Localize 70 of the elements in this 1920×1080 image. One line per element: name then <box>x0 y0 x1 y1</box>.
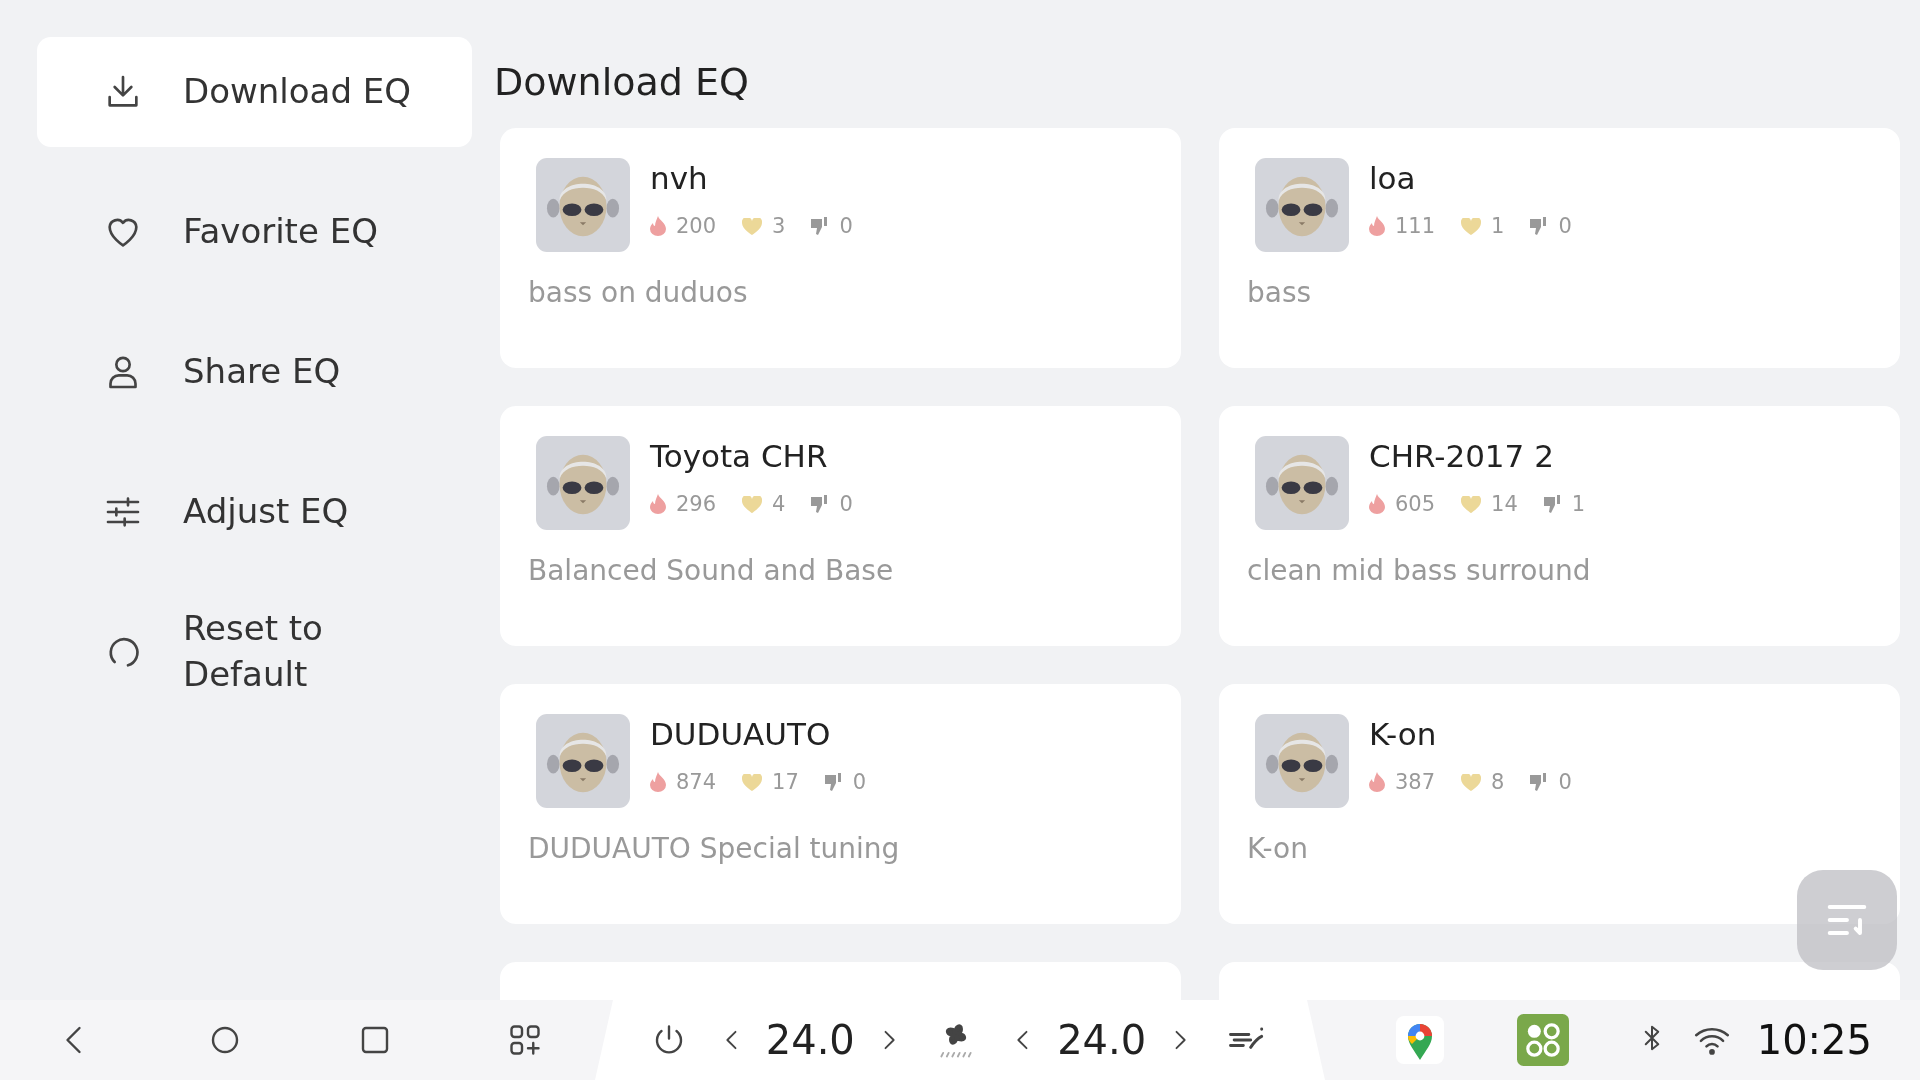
sidebar-item[interactable]: Favorite EQ <box>37 177 472 287</box>
eq-card[interactable]: K-on 387 8 0 K-on <box>1219 684 1900 924</box>
dislike-count: 0 <box>1558 214 1572 238</box>
sidebar-item[interactable]: Download EQ <box>37 37 472 147</box>
avatar-icon <box>536 714 630 808</box>
dislike-count: 0 <box>839 214 853 238</box>
flame-icon <box>650 216 666 236</box>
like-count: 8 <box>1491 770 1505 794</box>
sidebar-item[interactable]: Share EQ <box>37 317 472 427</box>
flame-icon <box>1369 216 1385 236</box>
eq-card[interactable]: DUDUAUTO 874 17 0 DUDUAUTO Special tuning <box>500 684 1181 924</box>
thumbs-down-icon <box>824 773 843 791</box>
flame-icon <box>650 494 666 514</box>
heart-icon <box>742 217 763 235</box>
heat-count: 296 <box>676 492 717 516</box>
avatar-icon <box>1255 714 1349 808</box>
avatar-icon <box>1255 436 1349 530</box>
thumbs-down-icon <box>811 495 830 513</box>
like-count: 3 <box>772 214 786 238</box>
eq-card[interactable]: loa 111 1 0 bass <box>1219 128 1900 368</box>
temperature-reading: 24.0 <box>765 1017 855 1063</box>
eq-name: Toyota CHR <box>650 438 829 474</box>
eq-description: bass <box>1247 276 1313 309</box>
thumbs-down-icon <box>811 217 830 235</box>
dislike-count: 0 <box>1558 770 1572 794</box>
flame-icon <box>1369 772 1385 792</box>
heat-count: 111 <box>1395 214 1436 238</box>
eq-description: Balanced Sound and Base <box>528 554 895 587</box>
eq-name: loa <box>1369 160 1417 196</box>
eq-description: K-on <box>1247 832 1309 865</box>
heat-count: 200 <box>676 214 717 238</box>
eq-description: clean mid bass surround <box>1247 554 1592 587</box>
page-title: Download EQ <box>494 60 750 104</box>
like-count: 1 <box>1491 214 1505 238</box>
heat-count: 605 <box>1395 492 1436 516</box>
heart-icon <box>742 773 763 791</box>
thumbs-down-icon <box>1530 773 1549 791</box>
heat-count: 874 <box>676 770 717 794</box>
heart-icon <box>1461 495 1482 513</box>
eq-description: bass on duduos <box>528 276 749 309</box>
eq-name: nvh <box>650 160 709 196</box>
eq-name: DUDUAUTO <box>650 716 832 752</box>
avatar-icon <box>536 436 630 530</box>
dislike-count: 1 <box>1571 492 1586 516</box>
dislike-count: 0 <box>852 770 867 794</box>
eq-card[interactable]: Toyota CHR 296 4 0 Balanced Sound and Base <box>500 406 1181 646</box>
like-count: 4 <box>772 492 786 516</box>
dislike-count: 0 <box>839 492 853 516</box>
flame-icon <box>1369 494 1385 514</box>
avatar-icon <box>1255 158 1349 252</box>
temperature-reading: 24.0 <box>1057 1017 1147 1063</box>
heart-icon <box>742 495 763 513</box>
thumbs-down-icon <box>1530 217 1549 235</box>
like-count: 17 <box>772 770 799 794</box>
heart-icon <box>1461 773 1482 791</box>
eq-description: DUDUAUTO Special tuning <box>528 832 901 865</box>
like-count: 14 <box>1491 492 1518 516</box>
clock-time: 10:25 <box>1756 1017 1872 1063</box>
apps-grid-icon <box>507 1022 543 1058</box>
eq-name: CHR-2017 2 <box>1369 438 1555 474</box>
sidebar-item[interactable]: Adjust EQ <box>37 457 472 567</box>
avatar-icon <box>536 158 630 252</box>
thumbs-down-icon <box>1543 495 1562 513</box>
eq-card[interactable]: CHR-2017 2 605 14 1 clean mid bass surround <box>1219 406 1900 646</box>
eq-name: K-on <box>1369 716 1438 752</box>
heart-icon <box>1461 217 1482 235</box>
heat-count: 387 <box>1395 770 1436 794</box>
sidebar-item[interactable]: Reset to Default <box>37 597 472 707</box>
flame-icon <box>650 772 666 792</box>
eq-card[interactable]: nvh 200 3 0 bass on duduos <box>500 128 1181 368</box>
